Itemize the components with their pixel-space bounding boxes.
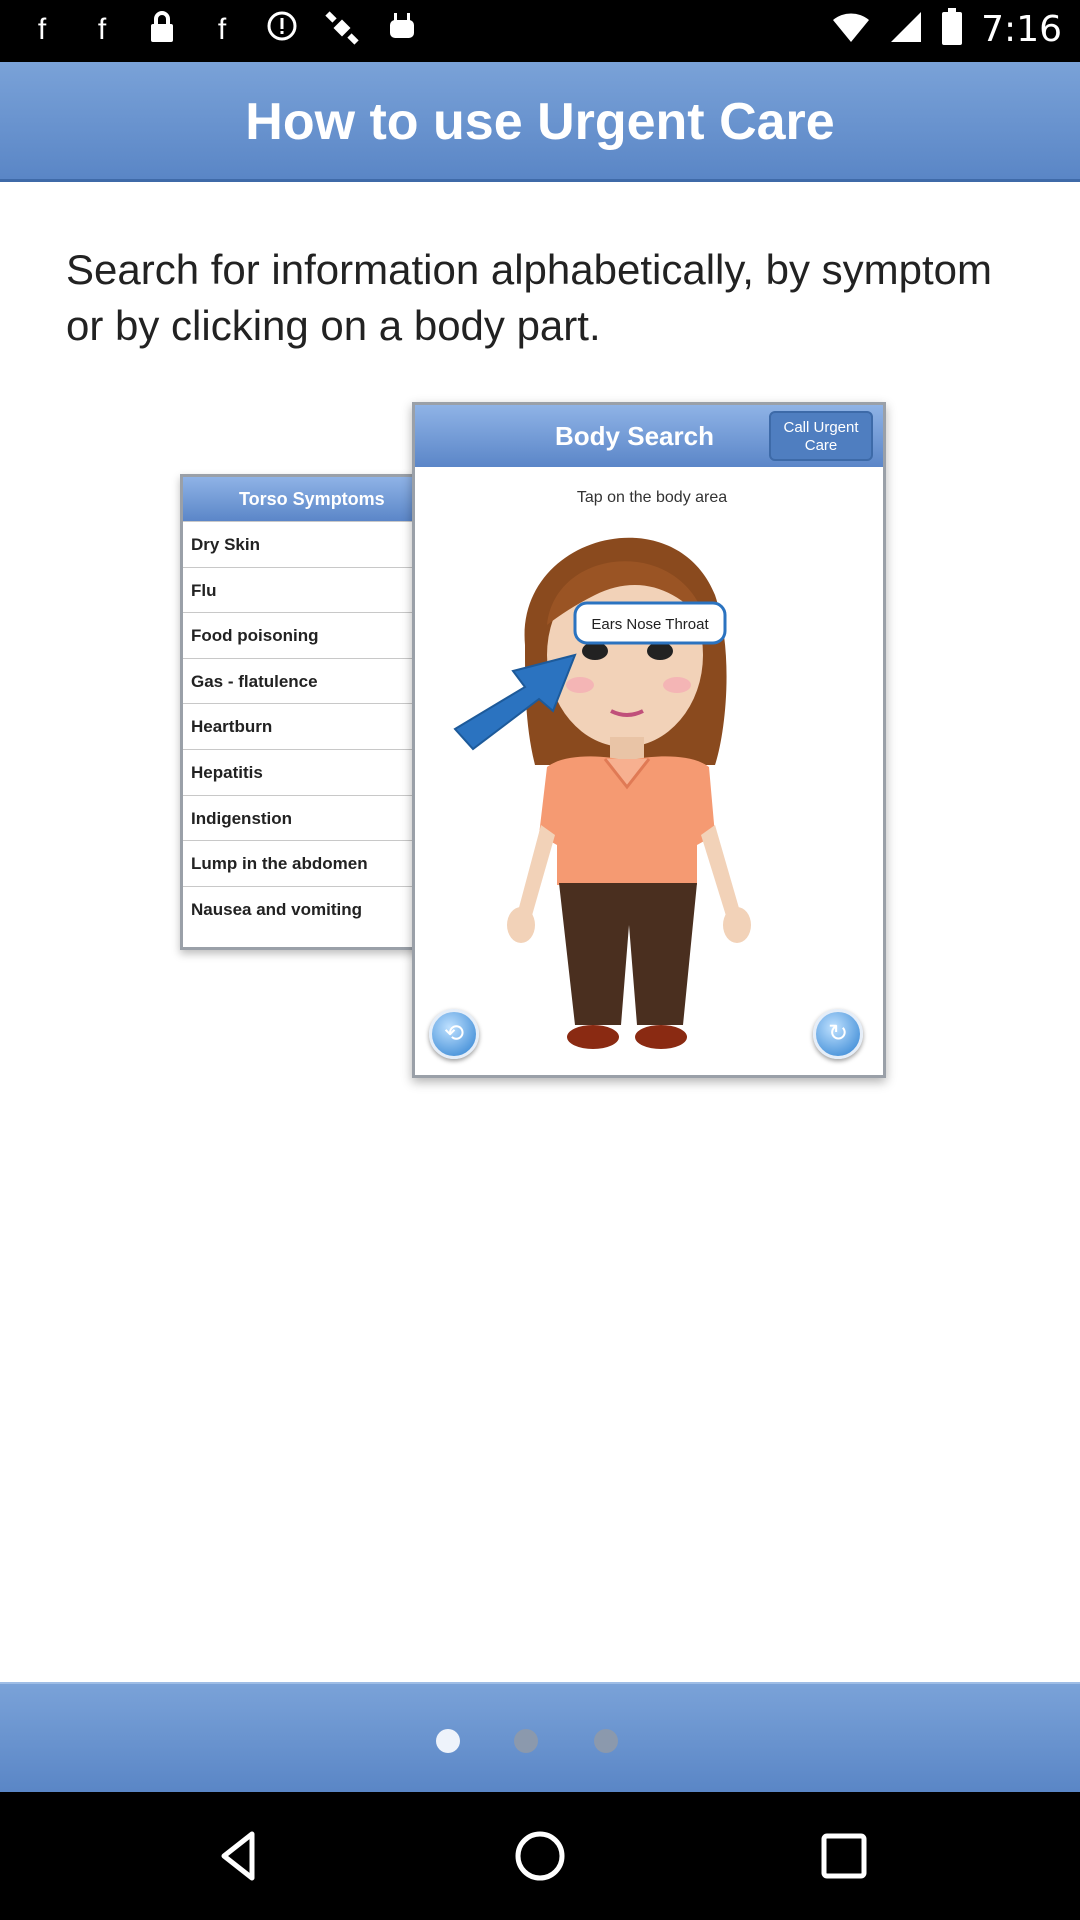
page-indicator-bar	[0, 1682, 1080, 1792]
lock-icon	[142, 10, 182, 50]
body-figure-illustration: Ears Nose Throat	[453, 537, 751, 1049]
facebook-icon: f	[217, 13, 227, 46]
tutorial-page[interactable]: Search for information alphabetically, b…	[0, 182, 1080, 1682]
satellite-icon	[322, 10, 362, 50]
alert-icon	[262, 10, 302, 50]
notification-icons: f f f	[22, 10, 422, 50]
status-bar: f f f 7:16	[0, 0, 1080, 62]
share-icon: ⟲	[429, 1009, 479, 1059]
app-header: How to use Urgent Care	[0, 62, 1080, 182]
tutorial-illustration: Torso Symptoms Dry Skin Flu Food poisoni…	[180, 402, 900, 1102]
body-search-title: Body Search	[555, 421, 714, 451]
list-item: Dry Skin	[183, 521, 417, 567]
system-nav-bar	[0, 1792, 1080, 1920]
call-urgent-care-button: Call Urgent Care	[769, 411, 873, 461]
list-item: Nausea and vomiting	[183, 885, 417, 932]
body-search-card: Body Search Call Urgent Care Tap on the b…	[412, 402, 886, 1078]
signal-icon	[889, 10, 923, 49]
list-item: Heartburn	[183, 703, 417, 749]
refresh-icon: ↻	[813, 1009, 863, 1059]
battery-icon	[941, 8, 963, 51]
page-dot-1[interactable]	[436, 1729, 460, 1753]
facebook-icon: f	[97, 13, 107, 46]
list-item: Hepatitis	[183, 748, 417, 795]
android-icon	[382, 10, 422, 50]
back-icon[interactable]	[210, 1826, 270, 1886]
symptom-list-card: Torso Symptoms Dry Skin Flu Food poisoni…	[180, 474, 420, 950]
list-item: Lump in the abdomen	[183, 840, 417, 886]
list-item: Indigenstion	[183, 794, 417, 841]
home-icon[interactable]	[510, 1826, 570, 1886]
ears-nose-throat-callout: Ears Nose Throat	[591, 616, 709, 633]
facebook-icon: f	[37, 13, 47, 46]
symptom-list-title: Torso Symptoms	[183, 477, 417, 521]
status-right: 7:16	[831, 8, 1062, 51]
recents-icon[interactable]	[814, 1826, 874, 1886]
list-item: Food poisoning	[183, 612, 417, 658]
list-item: Gas - flatulence	[183, 657, 417, 704]
list-item: Flu	[183, 566, 417, 613]
status-time: 7:16	[981, 9, 1062, 50]
page-dot-3[interactable]	[594, 1729, 618, 1753]
page-title: How to use Urgent Care	[245, 93, 835, 151]
body-search-header: Body Search Call Urgent Care	[415, 405, 883, 467]
page-dot-2[interactable]	[514, 1729, 538, 1753]
wifi-icon	[831, 10, 871, 49]
tutorial-description: Search for information alphabetically, b…	[66, 246, 992, 349]
